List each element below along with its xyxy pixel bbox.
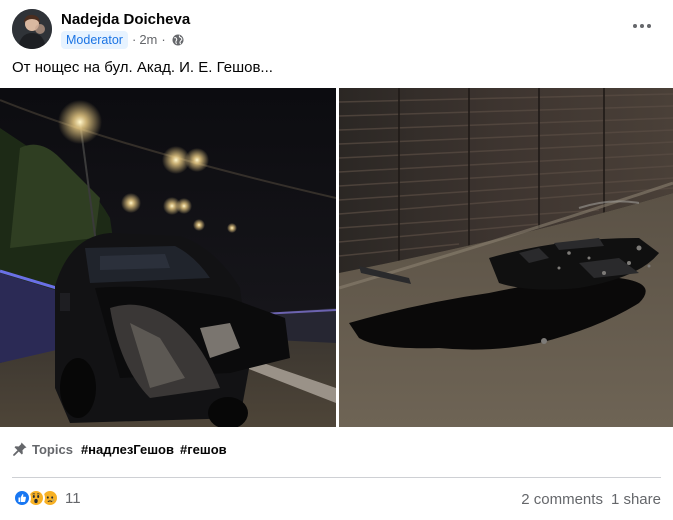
more-options-button[interactable]	[629, 16, 655, 36]
facebook-post: Nadejda Doicheva Moderator · 2m · От нощ…	[0, 0, 673, 520]
pin-icon	[13, 442, 27, 456]
post-caption: От нощес на бул. Акад. И. Е. Гешов...	[12, 59, 273, 76]
separator-dot: ·	[161, 32, 166, 47]
author-name[interactable]: Nadejda Doicheva	[61, 10, 190, 29]
dot-icon	[640, 24, 644, 28]
globe-icon	[172, 34, 184, 45]
reactions-summary[interactable]: 11	[13, 489, 81, 507]
divider	[12, 477, 661, 478]
dot-icon	[633, 24, 637, 28]
photo-grid	[0, 88, 673, 427]
topic-tag[interactable]: #надлезГешов	[81, 442, 174, 457]
like-reaction-icon	[13, 489, 31, 507]
post-header: Nadejda Doicheva Moderator · 2m ·	[12, 8, 190, 50]
shares-count-link[interactable]: 1 share	[611, 491, 661, 508]
topics-row: Topics #надлезГешов #гешов	[12, 441, 233, 457]
comments-count-link[interactable]: 2 comments	[521, 491, 603, 508]
topics-label: Topics	[32, 441, 73, 457]
post-time[interactable]: 2m	[139, 32, 157, 47]
photo-crashed-car[interactable]	[0, 88, 336, 427]
moderator-badge: Moderator	[61, 30, 128, 49]
dot-icon	[647, 24, 651, 28]
author-meta: Nadejda Doicheva Moderator · 2m ·	[61, 10, 190, 49]
engagement-stats: 2 comments 1 share	[513, 491, 661, 508]
avatar[interactable]	[12, 9, 52, 49]
reaction-count: 11	[65, 489, 81, 507]
photo-debris-on-road[interactable]	[339, 88, 673, 427]
topic-tag[interactable]: #гешов	[180, 442, 227, 457]
post-subline: Moderator · 2m ·	[61, 30, 190, 49]
separator-dot: ·	[131, 32, 137, 47]
